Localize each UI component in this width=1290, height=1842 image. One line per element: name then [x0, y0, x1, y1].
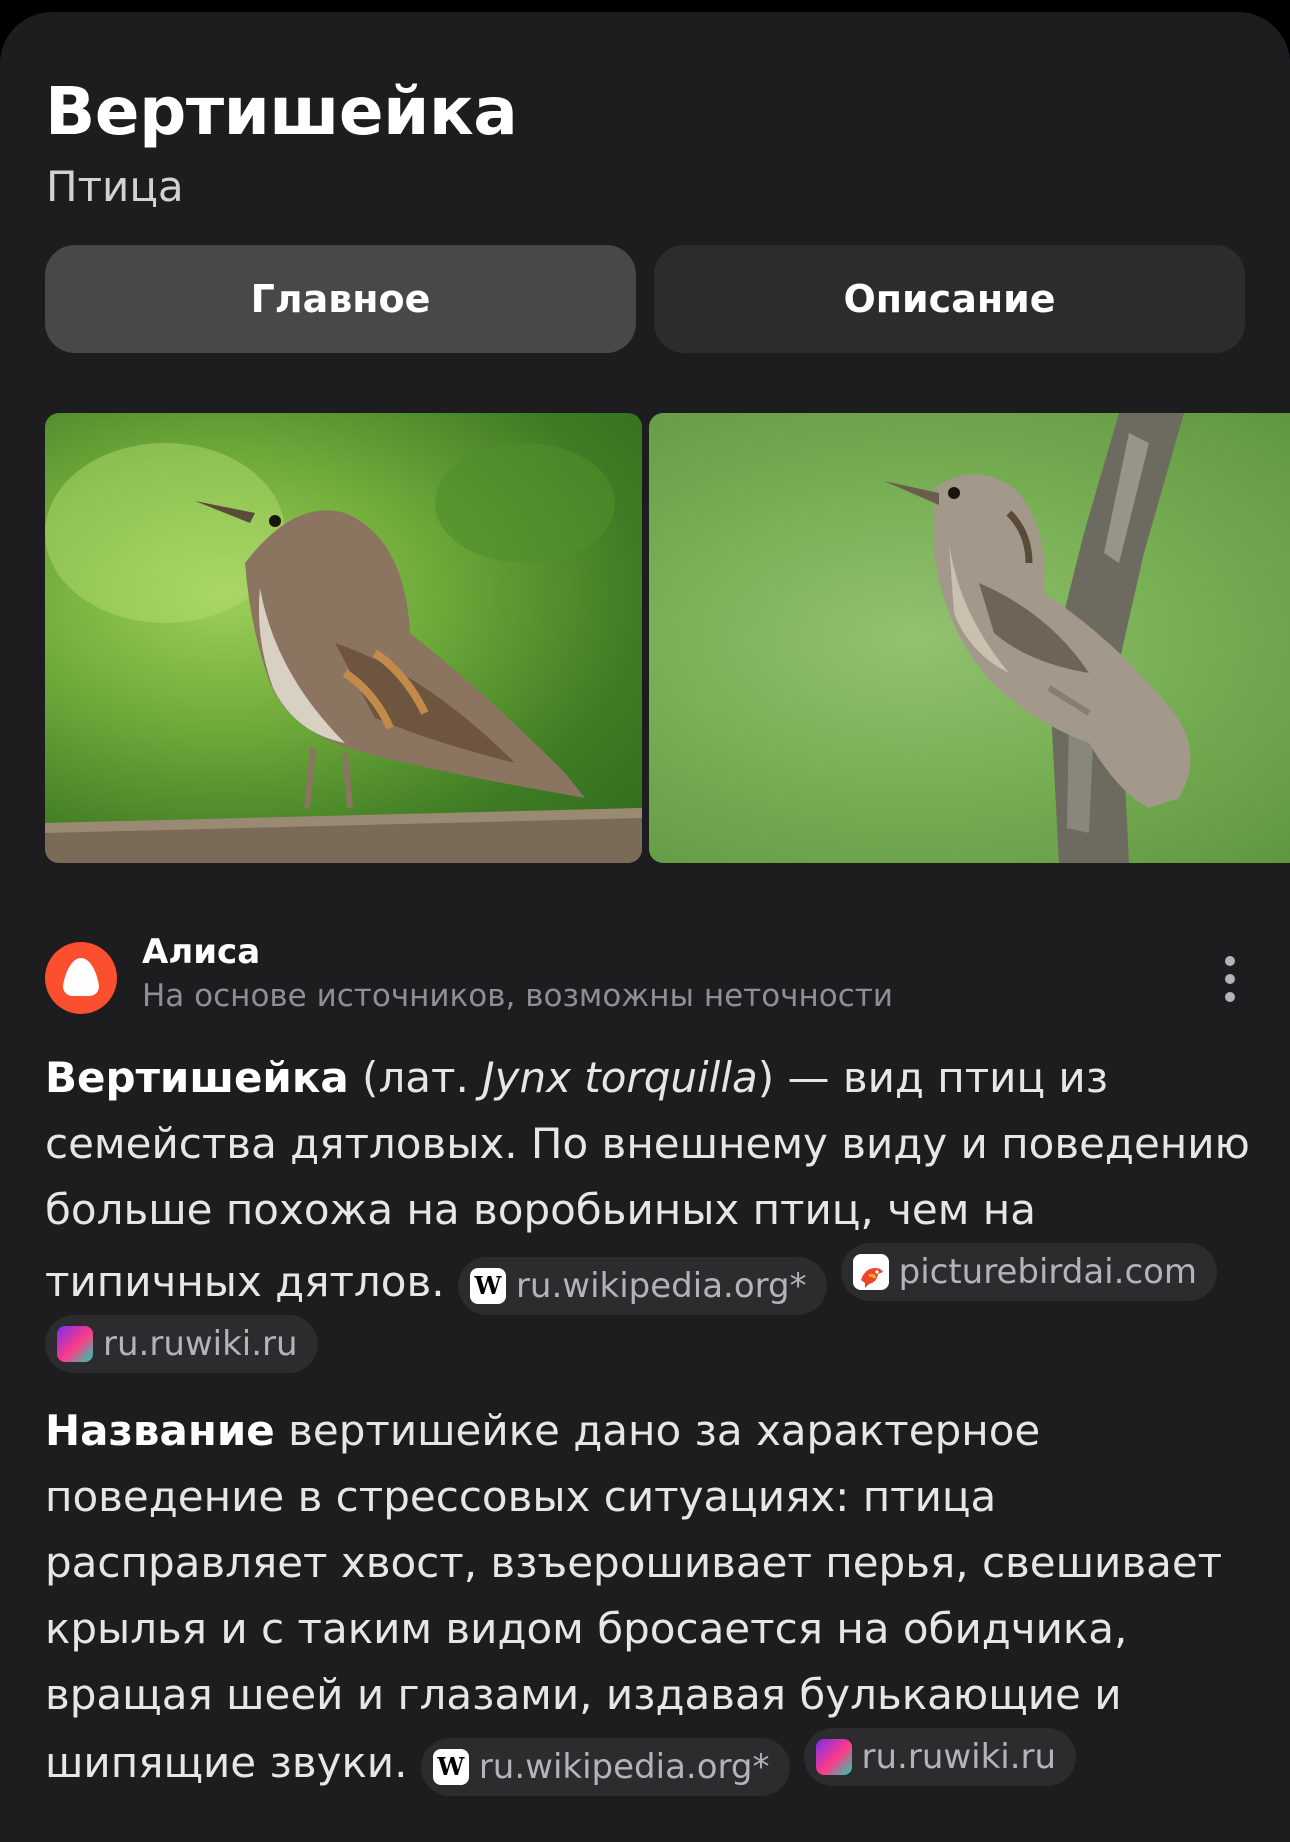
source-chip-wikipedia[interactable]: Wru.wikipedia.org* — [420, 1738, 790, 1796]
source-chip-wikipedia[interactable]: Wru.wikipedia.org* — [457, 1257, 827, 1315]
ruwiki-icon — [815, 1739, 852, 1775]
alice-attribution: Алиса На основе источников, возможны нет… — [45, 932, 1245, 1032]
answer-paragraph-1: Вертишейка (лат. Jynx torquilla) — вид п… — [45, 1045, 1255, 1383]
page-subtitle: Птица — [46, 162, 184, 211]
answer-paragraph-2: Название вертишейке дано за характерное … — [45, 1398, 1255, 1796]
wryneck-photo-1[interactable] — [45, 413, 642, 863]
term-bold: Вертишейка — [45, 1053, 349, 1102]
source-label: ru.wikipedia.org* — [478, 1747, 770, 1787]
source-chip-ruwiki[interactable]: ru.ruwiki.ru — [45, 1315, 318, 1373]
wikipedia-icon: W — [469, 1268, 506, 1304]
term-bold: Название — [45, 1406, 275, 1455]
ruwiki-icon — [57, 1326, 93, 1362]
photo-gallery[interactable] — [45, 413, 1290, 863]
latin-name: Jynx torquilla — [482, 1053, 758, 1102]
source-label: ru.wikipedia.org* — [515, 1266, 807, 1306]
tab-description[interactable]: Описание — [654, 245, 1245, 353]
alice-name: Алиса — [142, 932, 261, 972]
knowledge-card: Вертишейка Птица Главное Описание Алиса … — [0, 12, 1290, 1842]
source-chip-picturebirdai[interactable]: picturebirdai.com — [840, 1243, 1218, 1301]
source-label: picturebirdai.com — [898, 1252, 1198, 1292]
alice-logo-icon — [45, 942, 117, 1014]
source-label: ru.ruwiki.ru — [861, 1737, 1057, 1777]
more-options-icon[interactable] — [1215, 954, 1245, 1004]
alice-disclaimer: На основе источников, возможны неточност… — [142, 978, 893, 1014]
text-span: (лат. — [348, 1053, 483, 1102]
source-label: ru.ruwiki.ru — [103, 1324, 298, 1364]
tab-main[interactable]: Главное — [45, 245, 636, 353]
tab-bar: Главное Описание — [45, 245, 1245, 353]
source-chip-ruwiki[interactable]: ru.ruwiki.ru — [803, 1728, 1077, 1786]
wikipedia-icon: W — [432, 1749, 469, 1785]
wryneck-photo-2[interactable] — [649, 413, 1290, 863]
bird-icon — [852, 1254, 889, 1290]
page-title: Вертишейка — [45, 73, 518, 150]
